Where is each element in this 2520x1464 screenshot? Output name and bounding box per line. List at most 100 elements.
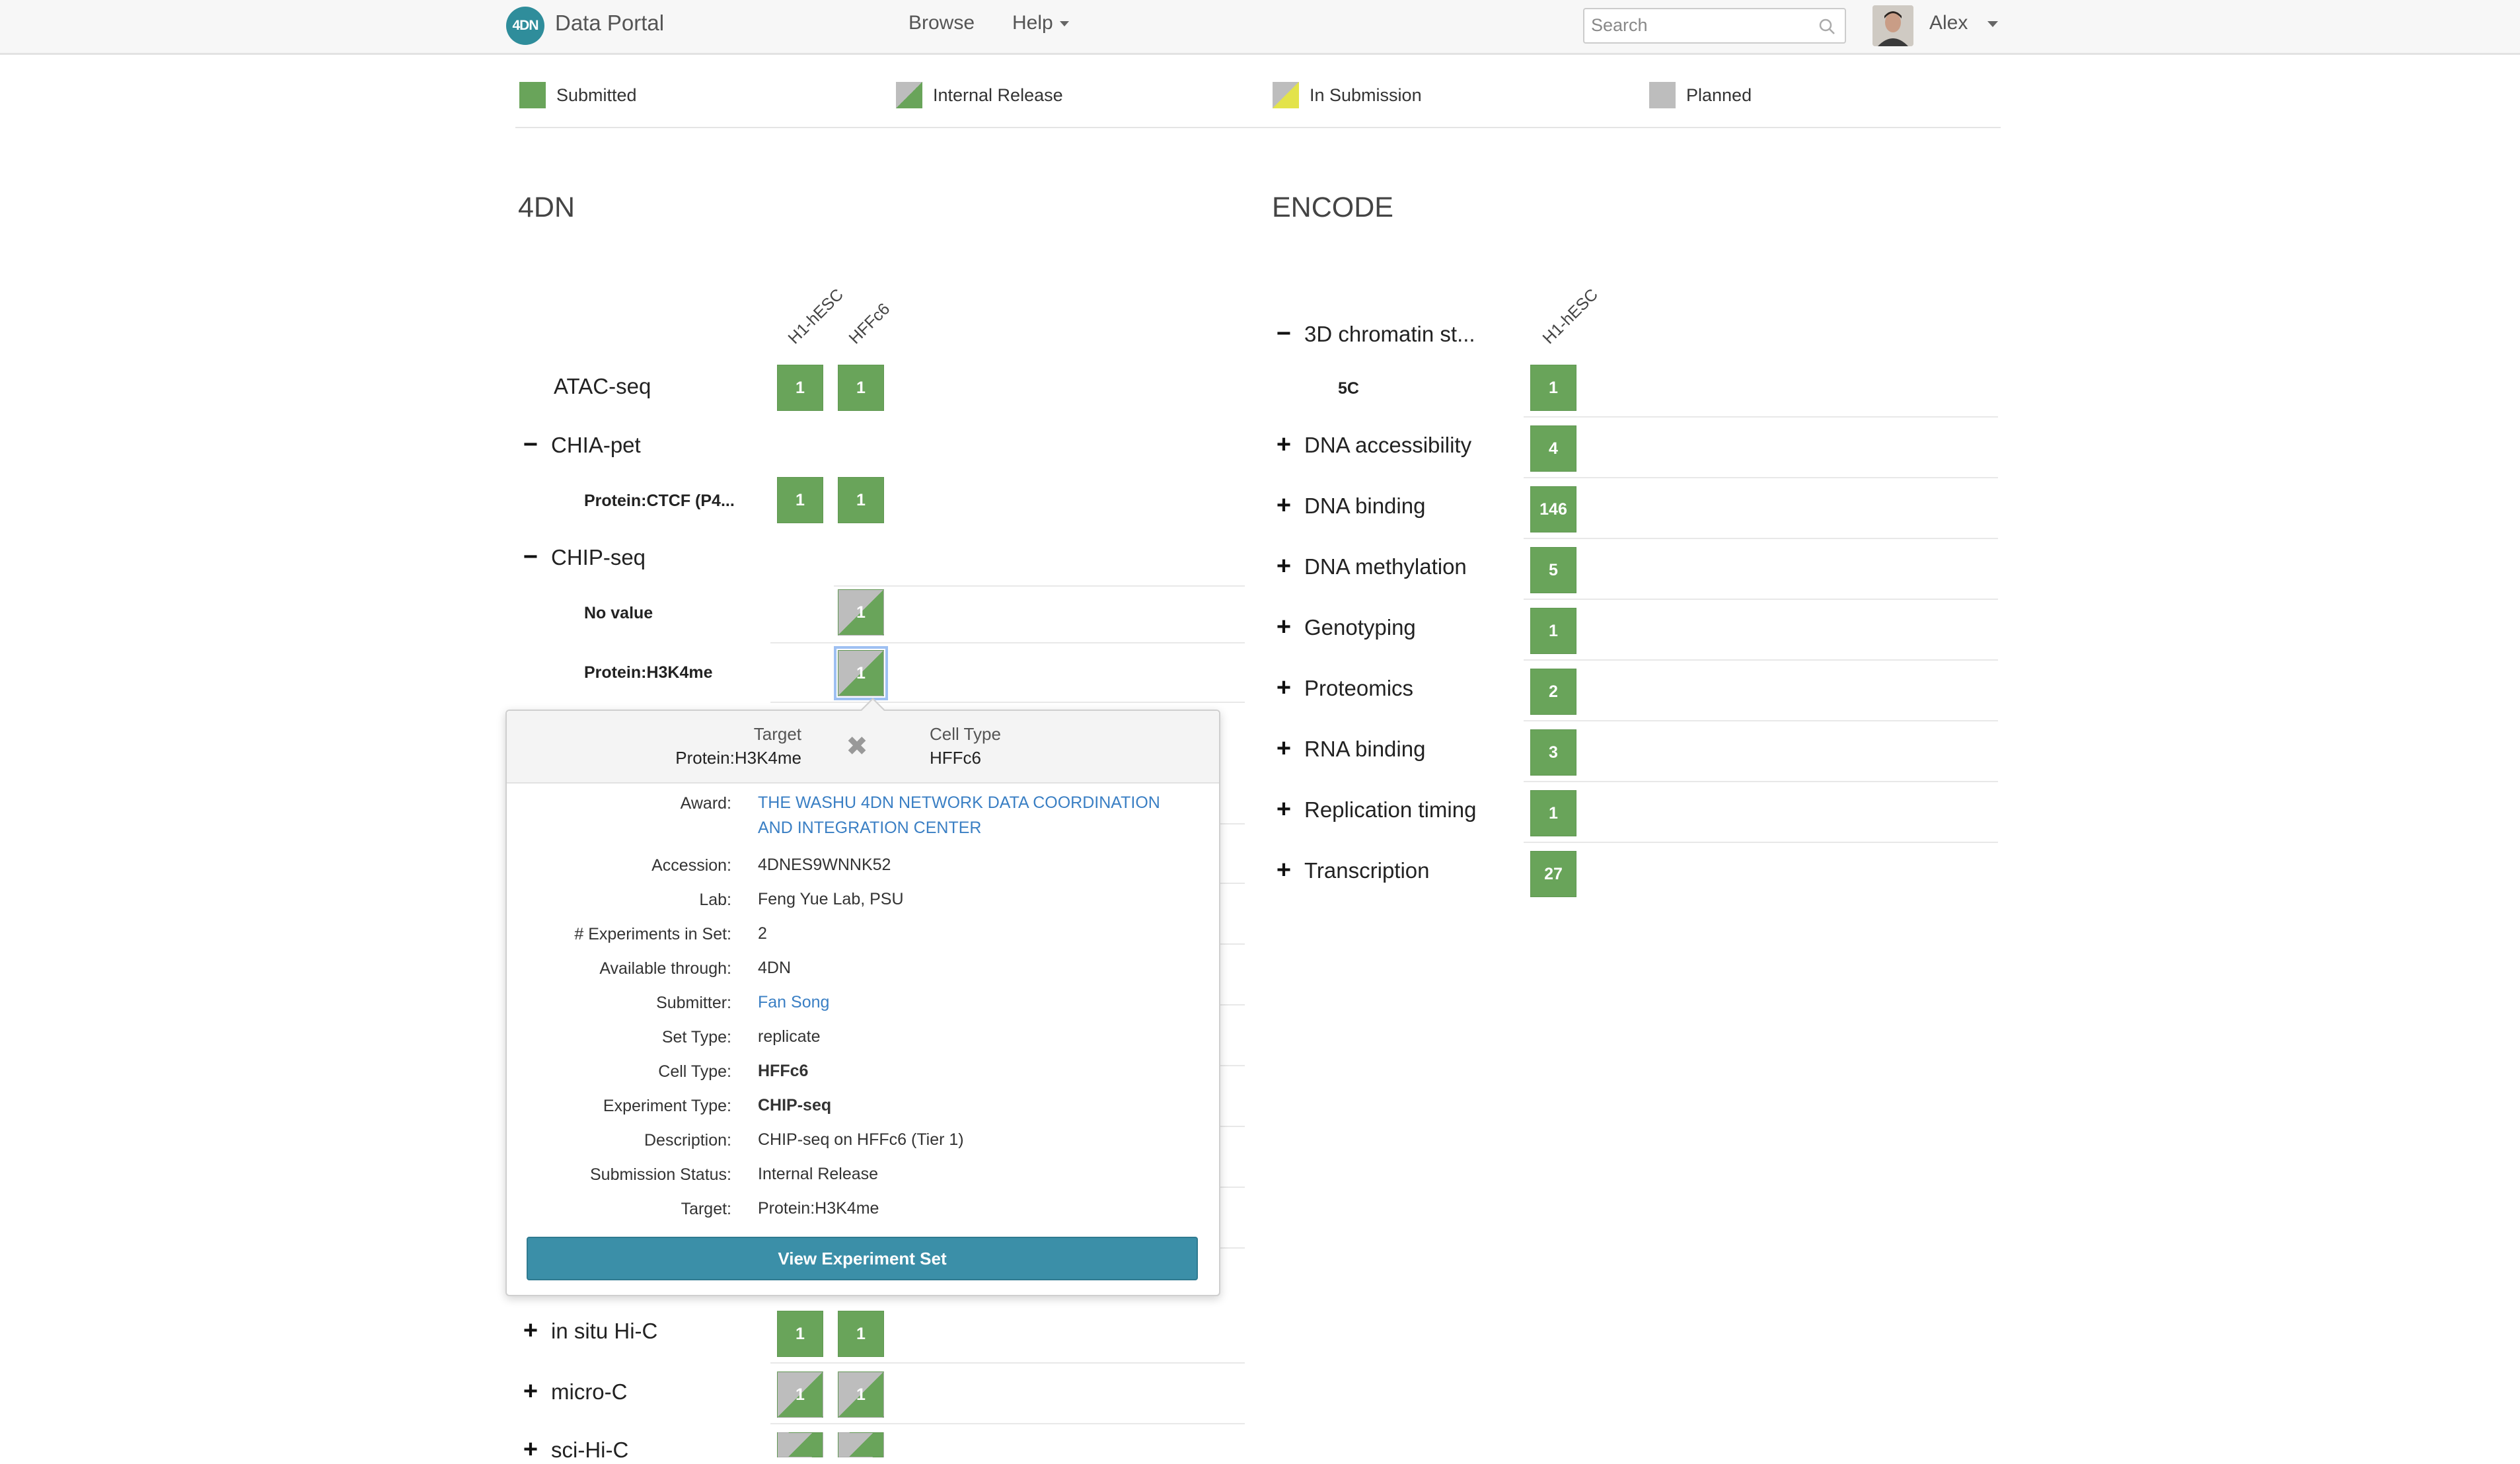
row-group-dna-methylation[interactable]: + DNA methylation [1275, 552, 1467, 581]
matrix-cell[interactable]: 2 [1530, 669, 1576, 715]
row-label-5c[interactable]: 5C [1338, 379, 1359, 398]
plus-icon[interactable]: + [1275, 856, 1292, 885]
nav-help[interactable]: Help [1012, 12, 1069, 34]
view-experiment-set-button[interactable]: View Experiment Set [527, 1237, 1198, 1280]
row-label: DNA binding [1304, 494, 1426, 518]
field-key: Available through: [599, 959, 731, 978]
row-divider [770, 1362, 1245, 1364]
field-key: Experiment Type: [603, 1097, 731, 1115]
matrix-cell[interactable]: 1 [838, 589, 884, 636]
row-divider [1218, 1065, 1245, 1066]
experiment-set-popover: Target Protein:H3K4me ✖ Cell Type HFFc6 … [505, 698, 1220, 1296]
award-link[interactable]: THE WASHU 4DN NETWORK DATA COORDINATION … [758, 790, 1194, 840]
field-key: Submitter: [656, 994, 731, 1012]
row-group-proteomics[interactable]: + Proteomics [1275, 674, 1413, 702]
logo-icon[interactable]: 4DN [506, 7, 544, 45]
plus-icon[interactable]: + [1275, 431, 1292, 459]
plus-icon[interactable]: + [1275, 552, 1292, 581]
search-icon[interactable] [1818, 18, 1835, 35]
matrix-cell[interactable]: 1 [838, 365, 884, 411]
row-group-3d-chromatin[interactable]: −3D chromatin st... [1275, 320, 1475, 348]
matrix-cell[interactable]: 1 [1530, 790, 1576, 836]
minus-icon[interactable]: − [522, 543, 539, 571]
plus-icon[interactable]: + [1275, 613, 1292, 641]
available-through-value: 4DN [758, 959, 792, 977]
row-divider [1218, 1126, 1245, 1127]
row-divider [770, 1423, 1245, 1424]
row-divider [1218, 1004, 1245, 1006]
matrix-cell[interactable]: 1 [1530, 365, 1576, 411]
row-label: RNA binding [1304, 737, 1426, 761]
row-label: Transcription [1304, 858, 1430, 883]
plus-icon[interactable]: + [1275, 735, 1292, 763]
avatar[interactable] [1872, 5, 1913, 46]
row-label-atac-seq[interactable]: ATAC-seq [554, 374, 651, 399]
row-divider [1218, 943, 1245, 945]
row-group-chip-seq[interactable]: − CHIP-seq [522, 543, 646, 571]
submitter-link[interactable]: Fan Song [758, 990, 1194, 1015]
row-group-in-situ-hi-c[interactable]: + in situ Hi-C [522, 1317, 657, 1345]
plus-icon[interactable]: + [1275, 795, 1292, 824]
minus-icon[interactable]: − [1275, 320, 1292, 348]
search-input[interactable] [1584, 9, 1809, 41]
submission-status-value: Internal Release [758, 1165, 879, 1183]
row-label: CHIP-seq [551, 545, 646, 569]
row-group-chia-pet[interactable]: − CHIA-pet [522, 431, 641, 459]
legend-swatch [519, 82, 546, 108]
row-label-protein-ctcf[interactable]: Protein:CTCF (P4... [584, 492, 735, 511]
nav-browse[interactable]: Browse [908, 12, 975, 34]
legend-submitted: Submitted [519, 82, 637, 108]
section-title-4dn: 4DN [518, 192, 575, 223]
matrix-cell[interactable]: 1 [777, 477, 823, 523]
cell-type-field-value: HFFc6 [758, 1062, 809, 1080]
matrix-cell-selected[interactable]: 1 [834, 646, 888, 700]
close-icon[interactable]: ✖ [845, 733, 869, 760]
status-legend: Submitted Internal Release In Submission… [515, 66, 2001, 128]
plus-icon[interactable]: + [522, 1317, 539, 1345]
row-divider [1524, 416, 1998, 418]
user-name[interactable]: Alex [1929, 12, 1968, 34]
matrix-cell[interactable]: 3 [1530, 729, 1576, 776]
matrix-cell[interactable]: 1 [777, 1311, 823, 1357]
cell-type-value: HFFc6 [930, 748, 981, 768]
matrix-cell[interactable]: 4 [1530, 425, 1576, 472]
matrix-cell[interactable]: 1 [777, 365, 823, 411]
matrix-cell[interactable] [777, 1432, 823, 1457]
search-box[interactable] [1583, 8, 1846, 44]
matrix-cell[interactable]: 1 [1530, 608, 1576, 654]
row-divider [1524, 659, 1998, 661]
row-group-dna-binding[interactable]: + DNA binding [1275, 492, 1426, 520]
row-group-replication-timing[interactable]: + Replication timing [1275, 795, 1477, 824]
plus-icon[interactable]: + [522, 1436, 539, 1464]
plus-icon[interactable]: + [1275, 492, 1292, 520]
field-key: Description: [644, 1131, 731, 1150]
legend-swatch [1649, 82, 1676, 108]
plus-icon[interactable]: + [1275, 674, 1292, 702]
row-divider [1524, 477, 1998, 478]
matrix-cell[interactable]: 27 [1530, 851, 1576, 897]
row-group-sci-hi-c[interactable]: + sci-Hi-C [522, 1436, 628, 1464]
minus-icon[interactable]: − [522, 431, 539, 459]
matrix-cell[interactable]: 1 [777, 1372, 823, 1418]
row-group-transcription[interactable]: + Transcription [1275, 856, 1430, 885]
matrix-cell[interactable]: 5 [1530, 547, 1576, 593]
matrix-cell[interactable]: 1 [838, 477, 884, 523]
matrix-cell[interactable]: 1 [838, 1372, 884, 1418]
matrix-cell[interactable]: 146 [1530, 486, 1576, 532]
row-group-rna-binding[interactable]: + RNA binding [1275, 735, 1426, 763]
row-group-micro-c[interactable]: + micro-C [522, 1377, 628, 1406]
plus-icon[interactable]: + [522, 1377, 539, 1406]
chevron-down-icon[interactable] [1987, 21, 1998, 27]
row-divider [1218, 823, 1245, 824]
row-label: 3D chromatin st... [1304, 322, 1475, 346]
legend-internal-release: Internal Release [896, 82, 1063, 108]
row-group-dna-accessibility[interactable]: + DNA accessibility [1275, 431, 1471, 459]
row-label-protein-h3k4me[interactable]: Protein:H3K4me [584, 663, 713, 682]
matrix-cell[interactable]: 1 [838, 1311, 884, 1357]
legend-label: In Submission [1310, 85, 1422, 105]
row-group-genotyping[interactable]: + Genotyping [1275, 613, 1416, 641]
matrix-cell[interactable] [838, 1432, 884, 1457]
brand-title[interactable]: Data Portal [555, 11, 664, 36]
popover-arrow [861, 700, 885, 712]
row-label-no-value[interactable]: No value [584, 604, 653, 623]
